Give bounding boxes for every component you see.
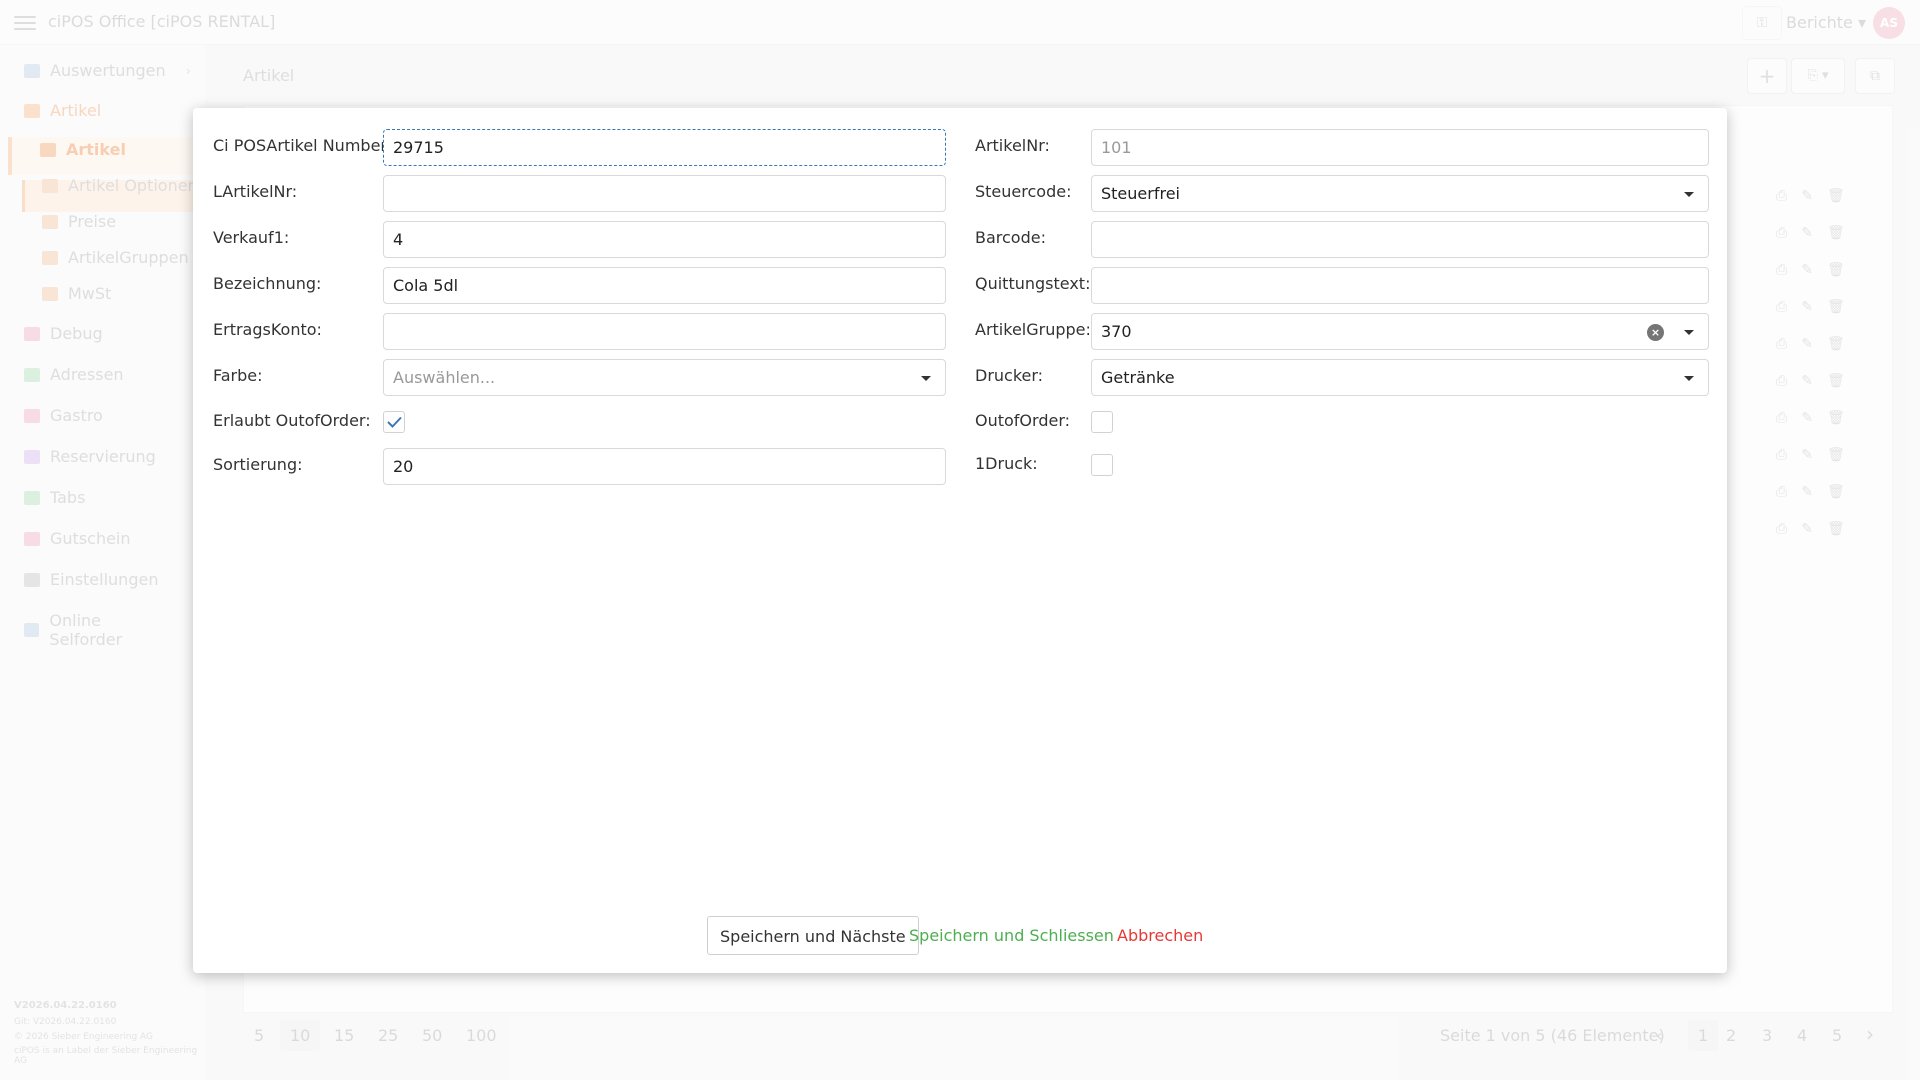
ci-number-label: Ci POSArtikel Number:: [213, 136, 393, 155]
outoforder-label: OutofOrder:: [975, 411, 1071, 430]
bezeichnung-field[interactable]: Cola 5dl: [383, 267, 946, 304]
cancel-button[interactable]: Abbrechen: [1117, 916, 1203, 955]
bezeichnung-label: Bezeichnung:: [213, 274, 322, 293]
clear-icon[interactable]: ×: [1647, 324, 1664, 341]
article-edit-dialog: Ci POSArtikel Number: 29715 LArtikelNr: …: [193, 108, 1727, 973]
steuercode-label: Steuercode:: [975, 182, 1072, 201]
save-close-button[interactable]: Speichern und Schliessen: [909, 916, 1114, 955]
chevron-down-icon: [921, 376, 931, 381]
artikelnr-field: 101: [1091, 129, 1709, 166]
erlaubt-outoforder-checkbox[interactable]: [383, 411, 405, 433]
checkmark-icon: [387, 416, 402, 428]
steuercode-select[interactable]: Steuerfrei: [1091, 175, 1709, 212]
farbe-placeholder: Auswählen...: [393, 368, 496, 387]
ci-number-field[interactable]: 29715: [383, 129, 946, 166]
artikelgruppe-label: ArtikelGruppe:: [975, 320, 1091, 339]
ertragskonto-label: ErtragsKonto:: [213, 320, 322, 339]
chevron-down-icon: [1684, 192, 1694, 197]
verkauf-field[interactable]: 4: [383, 221, 946, 258]
farbe-select[interactable]: Auswählen...: [383, 359, 946, 396]
sortierung-field[interactable]: 20: [383, 448, 946, 485]
lartikelnr-label: LArtikelNr:: [213, 182, 298, 201]
druck1-label: 1Druck:: [975, 454, 1038, 473]
drucker-value: Getränke: [1101, 368, 1175, 387]
drucker-label: Drucker:: [975, 366, 1044, 385]
farbe-label: Farbe:: [213, 366, 263, 385]
sortierung-label: Sortierung:: [213, 455, 303, 474]
artikelnr-label: ArtikelNr:: [975, 136, 1050, 155]
barcode-label: Barcode:: [975, 228, 1046, 247]
erlaubt-outoforder-label: Erlaubt OutofOrder:: [213, 411, 371, 430]
verkauf-label: Verkauf1:: [213, 228, 290, 247]
quittungstext-field[interactable]: [1091, 267, 1709, 304]
steuercode-value: Steuerfrei: [1101, 184, 1180, 203]
save-next-button[interactable]: Speichern und Nächste: [707, 916, 919, 955]
ertragskonto-field[interactable]: [383, 313, 946, 350]
drucker-select[interactable]: Getränke: [1091, 359, 1709, 396]
artikelgruppe-select[interactable]: 370 ×: [1091, 313, 1709, 350]
quittungstext-label: Quittungstext:: [975, 274, 1091, 293]
artikelgruppe-value: 370: [1101, 322, 1132, 341]
lartikelnr-field[interactable]: [383, 175, 946, 212]
chevron-down-icon: [1684, 330, 1694, 335]
druck1-checkbox[interactable]: [1091, 454, 1113, 476]
chevron-down-icon: [1684, 376, 1694, 381]
barcode-field[interactable]: [1091, 221, 1709, 258]
outoforder-checkbox[interactable]: [1091, 411, 1113, 433]
